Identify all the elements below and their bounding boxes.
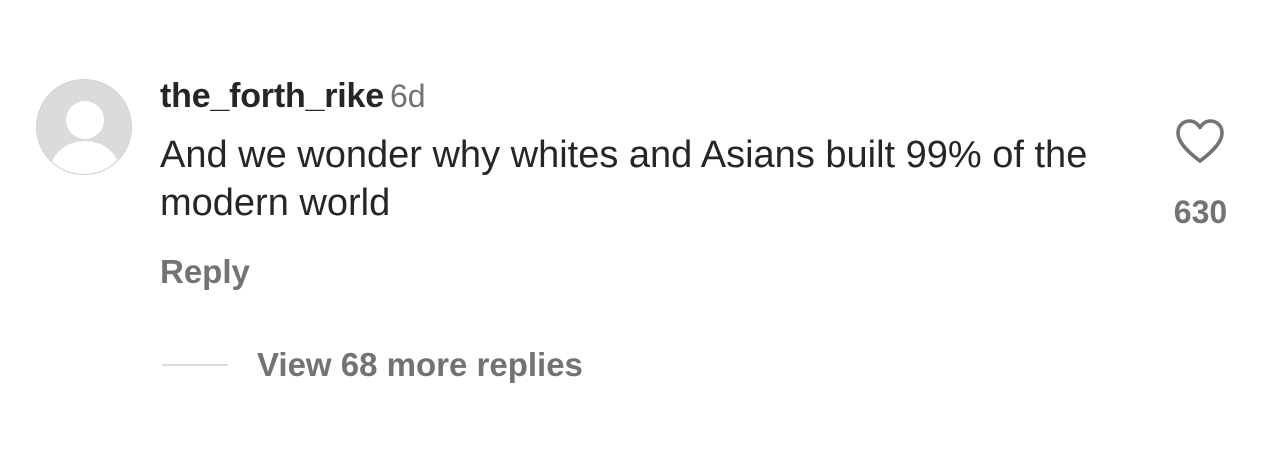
like-count: 630: [1173, 194, 1228, 230]
reply-button[interactable]: Reply: [160, 252, 250, 292]
comment-header: the_forth_rike 6d: [160, 76, 426, 123]
comment-text: And we wonder why whites and Asians buil…: [160, 134, 1088, 224]
timestamp: 6d: [389, 78, 426, 114]
comment-item: the_forth_rike 6d And we wonder why white…: [0, 0, 1284, 460]
replies-divider: [162, 364, 228, 366]
like-area: 630: [1144, 118, 1244, 238]
heart-outline-icon[interactable]: [1175, 118, 1225, 164]
view-more-replies-label: View 68 more replies: [257, 346, 583, 383]
username[interactable]: the_forth_rike: [160, 77, 384, 115]
avatar[interactable]: [36, 79, 132, 175]
default-user-avatar-icon: [37, 80, 131, 174]
view-more-replies-button[interactable]: View 68 more replies: [162, 343, 583, 387]
